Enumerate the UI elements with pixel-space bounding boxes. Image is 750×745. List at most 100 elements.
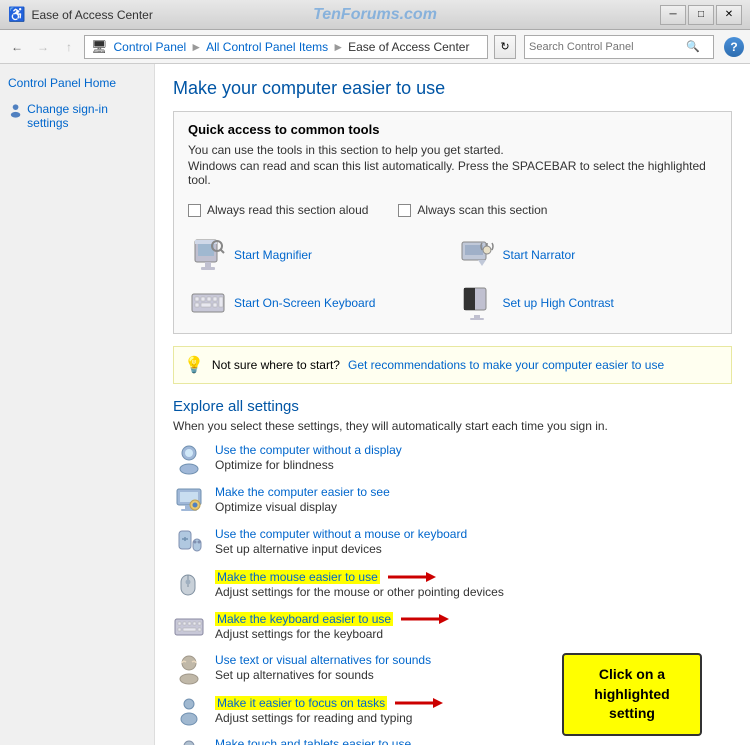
up-button[interactable]: ↑ (58, 36, 80, 58)
callout-text: Click on a highlighted setting (594, 666, 669, 721)
help-button[interactable]: ? (724, 37, 744, 57)
input-icon (173, 527, 205, 559)
list-item: Make the computer easier to see Optimize… (173, 485, 732, 517)
list-item: Make the keyboard easier to use Adjust s… (173, 611, 732, 643)
setting-desc-no-mouse: Set up alternative input devices (215, 542, 467, 556)
lightbulb-icon: 💡 (184, 355, 204, 375)
setting-desc-no-display: Optimize for blindness (215, 458, 402, 472)
narrator-icon (459, 237, 495, 273)
address-box[interactable]: 🖥 Control Panel ► All Control Panel Item… (84, 35, 488, 59)
minimize-button[interactable]: ─ (660, 5, 686, 25)
explore-title: Explore all settings (173, 398, 732, 415)
search-submit-button[interactable]: 🔍 (684, 38, 702, 56)
callout-box: Click on a highlighted setting (562, 653, 702, 736)
mouse-icon (173, 569, 205, 601)
checkbox-row-1: Always read this section aloud (188, 203, 368, 217)
sound-icon (173, 653, 205, 685)
magnifier-label: Start Magnifier (234, 248, 312, 262)
breadcrumb-control-panel[interactable]: Control Panel (114, 40, 187, 54)
setting-link-touch[interactable]: Make touch and tablets easier to use (215, 737, 411, 745)
tool-contrast[interactable]: Set up High Contrast (457, 283, 718, 323)
tool-narrator[interactable]: Start Narrator (457, 235, 718, 275)
setting-desc-easier-see: Optimize visual display (215, 500, 390, 514)
quick-access-title: Quick access to common tools (188, 122, 717, 137)
list-item: Make touch and tablets easier to use Adj… (173, 737, 732, 745)
monitor-eye-icon (173, 485, 205, 517)
red-arrow-mouse (386, 569, 436, 585)
setting-desc-focus: Adjust settings for reading and typing (215, 711, 443, 725)
page-title: Make your computer easier to use (173, 78, 732, 99)
sidebar: Control Panel Home Change sign-in settin… (0, 64, 155, 745)
settings-items-wrapper: Use the computer without a display Optim… (173, 443, 732, 745)
red-arrow-focus (393, 695, 443, 711)
keyboard-icon (190, 285, 226, 321)
forward-button[interactable]: → (32, 36, 54, 58)
sidebar-home-link[interactable]: Control Panel Home (8, 76, 146, 92)
breadcrumb-current: Ease of Access Center (348, 40, 469, 54)
monitor-icon (173, 443, 205, 475)
touch-icon (173, 737, 205, 745)
breadcrumb-icon: 🖥 (91, 39, 108, 55)
setting-desc-keyboard: Adjust settings for the keyboard (215, 627, 449, 641)
setting-link-easier-see[interactable]: Make the computer easier to see (215, 485, 390, 499)
setting-link-sounds[interactable]: Use text or visual alternatives for soun… (215, 653, 431, 667)
tools-grid: Start Magnifier (188, 235, 717, 323)
setting-content: Make the mouse easier to use Adjust sett… (215, 569, 504, 599)
setting-desc-mouse: Adjust settings for the mouse or other p… (215, 585, 504, 599)
contrast-icon (459, 285, 495, 321)
setting-content: Make the keyboard easier to use Adjust s… (215, 611, 449, 641)
setting-link-focus[interactable]: Make it easier to focus on tasks (215, 696, 387, 710)
checkbox-read-aloud[interactable] (188, 204, 201, 217)
title-bar: ♿ Ease of Access Center TenForums.com ─ … (0, 0, 750, 30)
refresh-button[interactable]: ↻ (494, 35, 516, 59)
setting-content: Make touch and tablets easier to use Adj… (215, 737, 411, 745)
close-button[interactable]: ✕ (716, 5, 742, 25)
quick-access-box: Quick access to common tools You can use… (173, 111, 732, 334)
keyboard2-icon (173, 611, 205, 643)
setting-link-no-mouse[interactable]: Use the computer without a mouse or keyb… (215, 527, 467, 541)
search-input[interactable] (529, 41, 684, 53)
window-controls: ─ □ ✕ (660, 5, 742, 25)
list-item: Use the computer without a mouse or keyb… (173, 527, 732, 559)
main-layout: Control Panel Home Change sign-in settin… (0, 64, 750, 745)
setting-link-keyboard[interactable]: Make the keyboard easier to use (215, 612, 393, 626)
checkbox-scan[interactable] (398, 204, 411, 217)
content-area: Make your computer easier to use Quick a… (155, 64, 750, 745)
quick-access-desc2: Windows can read and scan this list auto… (188, 159, 717, 187)
breadcrumb: 🖥 Control Panel ► All Control Panel Item… (91, 39, 469, 55)
maximize-button[interactable]: □ (688, 5, 714, 25)
sidebar-settings-link[interactable]: Change sign-in settings (8, 102, 146, 130)
search-box[interactable]: 🔍 (524, 35, 714, 59)
setting-desc-sounds: Set up alternatives for sounds (215, 668, 431, 682)
setting-content: Use text or visual alternatives for soun… (215, 653, 431, 682)
person-icon (8, 102, 23, 118)
window-title: Ease of Access Center (31, 8, 660, 22)
quick-access-desc1: You can use the tools in this section to… (188, 143, 717, 157)
checkbox-row-2: Always scan this section (398, 203, 547, 217)
setting-content: Make the computer easier to see Optimize… (215, 485, 390, 514)
checkbox-scan-label: Always scan this section (417, 203, 547, 217)
setting-content: Use the computer without a mouse or keyb… (215, 527, 467, 556)
tool-magnifier[interactable]: Start Magnifier (188, 235, 449, 275)
breadcrumb-all-items[interactable]: All Control Panel Items (206, 40, 328, 54)
window-icon: ♿ (8, 6, 25, 23)
tool-keyboard[interactable]: Start On-Screen Keyboard (188, 283, 449, 323)
explore-desc: When you select these settings, they wil… (173, 419, 732, 433)
magnifier-icon (190, 237, 226, 273)
setting-link-no-display[interactable]: Use the computer without a display (215, 443, 402, 457)
keyboard-label: Start On-Screen Keyboard (234, 296, 375, 310)
red-arrow-keyboard (399, 611, 449, 627)
setting-content: Make it easier to focus on tasks Adjust … (215, 695, 443, 725)
not-sure-link[interactable]: Get recommendations to make your compute… (348, 358, 664, 372)
narrator-label: Start Narrator (503, 248, 576, 262)
setting-content: Use the computer without a display Optim… (215, 443, 402, 472)
checkbox-read-aloud-label: Always read this section aloud (207, 203, 368, 217)
not-sure-row: 💡 Not sure where to start? Get recommend… (173, 346, 732, 384)
person2-icon (173, 695, 205, 727)
list-item: Make the mouse easier to use Adjust sett… (173, 569, 732, 601)
not-sure-text: Not sure where to start? (212, 358, 340, 372)
back-button[interactable]: ← (6, 36, 28, 58)
contrast-label: Set up High Contrast (503, 296, 614, 310)
setting-link-mouse[interactable]: Make the mouse easier to use (215, 570, 380, 584)
list-item: Use the computer without a display Optim… (173, 443, 732, 475)
